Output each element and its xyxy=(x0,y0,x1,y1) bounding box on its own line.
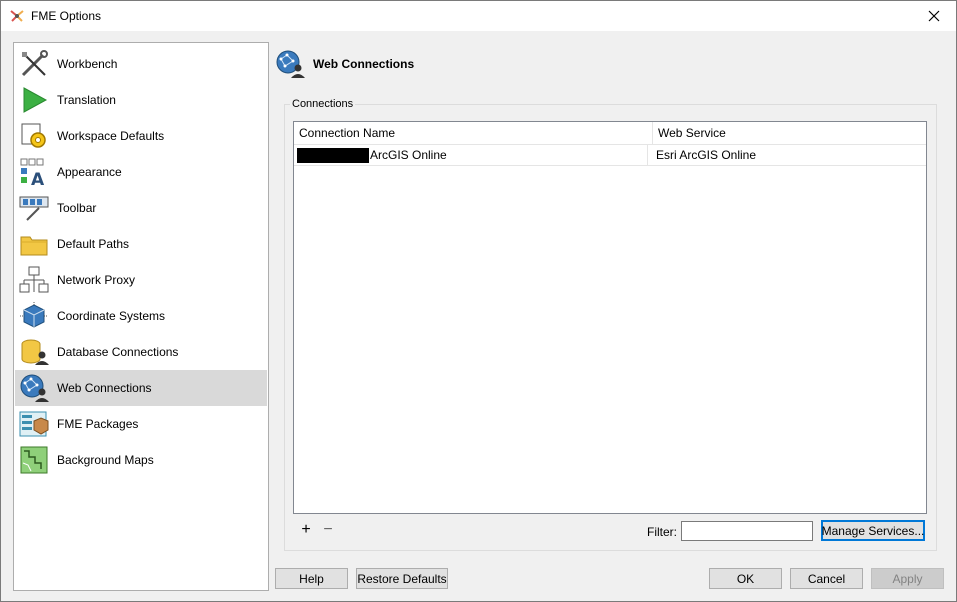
fme-logo-icon xyxy=(10,10,24,22)
package-icon xyxy=(19,409,49,439)
help-button[interactable]: Help xyxy=(275,568,348,589)
restore-defaults-button[interactable]: Restore Defaults xyxy=(356,568,448,589)
wrench-screwdriver-icon xyxy=(19,49,49,79)
sidebar-item-web-connections[interactable]: Web Connections xyxy=(15,370,267,406)
globe-user-icon xyxy=(276,50,305,78)
web-service-cell: Esri ArcGIS Online xyxy=(656,148,757,162)
options-sidebar: Workbench Translation Workspace Defaults xyxy=(13,42,269,591)
sidebar-item-label: Database Connections xyxy=(57,345,179,359)
column-header-web-service[interactable]: Web Service xyxy=(653,122,928,144)
play-triangle-icon xyxy=(19,85,49,115)
filter-input[interactable] xyxy=(681,521,813,541)
connection-name-text: ArcGIS Online xyxy=(370,148,447,162)
close-icon xyxy=(928,10,940,22)
map-icon xyxy=(19,445,49,475)
network-icon xyxy=(19,265,49,295)
workspace-gear-icon xyxy=(19,121,49,151)
sidebar-item-toolbar[interactable]: Toolbar xyxy=(15,190,267,226)
sidebar-item-label: Web Connections xyxy=(57,381,152,395)
panel-header: Web Connections xyxy=(275,49,414,79)
sidebar-item-label: Translation xyxy=(57,93,116,107)
sidebar-item-label: FME Packages xyxy=(57,417,139,431)
manage-services-button[interactable]: Manage Services... xyxy=(821,520,925,541)
connection-name-cell: ArcGIS Online xyxy=(297,145,648,165)
sidebar-item-label: Network Proxy xyxy=(57,273,136,287)
sidebar-item-workspace-defaults[interactable]: Workspace Defaults xyxy=(15,118,267,154)
table-row[interactable]: ArcGIS Online Esri ArcGIS Online xyxy=(294,145,926,166)
column-header-connection-name[interactable]: Connection Name xyxy=(294,122,653,144)
appearance-font-icon: A xyxy=(19,157,49,187)
redacted-block xyxy=(297,147,369,163)
page-title: Web Connections xyxy=(313,57,415,71)
apply-button[interactable]: Apply xyxy=(871,568,944,589)
group-label: Connections xyxy=(290,98,356,110)
ok-button[interactable]: OK xyxy=(709,568,782,589)
cube-axes-icon xyxy=(19,301,49,331)
options-window: FME Options Workbench Translation Worksp… xyxy=(0,0,957,602)
sidebar-item-label: Default Paths xyxy=(57,237,130,251)
sidebar-item-label: Toolbar xyxy=(57,201,97,215)
sidebar-item-database-connections[interactable]: Database Connections xyxy=(15,334,267,370)
filter-label: Filter: xyxy=(647,525,677,539)
remove-connection-button[interactable]: − xyxy=(319,520,337,540)
sidebar-item-label: Appearance xyxy=(57,165,122,179)
sidebar-item-translation[interactable]: Translation xyxy=(15,82,267,118)
sidebar-item-workbench[interactable]: Workbench xyxy=(15,46,267,82)
sidebar-item-fme-packages[interactable]: FME Packages xyxy=(15,406,267,442)
toolbar-icon xyxy=(19,193,49,223)
sidebar-item-network-proxy[interactable]: Network Proxy xyxy=(15,262,267,298)
database-user-icon xyxy=(19,337,49,367)
sidebar-item-background-maps[interactable]: Background Maps xyxy=(15,442,267,478)
sidebar-item-label: Workspace Defaults xyxy=(57,129,165,143)
sidebar-item-appearance[interactable]: A Appearance xyxy=(15,154,267,190)
sidebar-item-label: Coordinate Systems xyxy=(57,309,166,323)
sidebar-item-default-paths[interactable]: Default Paths xyxy=(15,226,267,262)
add-connection-button[interactable]: + xyxy=(297,520,315,540)
title-bar[interactable]: FME Options xyxy=(1,1,956,31)
svg-text:A: A xyxy=(31,170,45,187)
sidebar-item-coordinate-systems[interactable]: Coordinate Systems xyxy=(15,298,267,334)
table-header: Connection Name Web Service xyxy=(294,122,926,145)
close-button[interactable] xyxy=(912,1,956,31)
sidebar-item-label: Background Maps xyxy=(57,453,154,467)
globe-user-icon xyxy=(19,373,49,403)
window-title: FME Options xyxy=(31,9,102,23)
connections-table[interactable]: Connection Name Web Service ArcGIS Onlin… xyxy=(293,121,927,514)
folder-icon xyxy=(19,229,49,259)
cancel-button[interactable]: Cancel xyxy=(790,568,863,589)
sidebar-item-label: Workbench xyxy=(57,57,118,71)
